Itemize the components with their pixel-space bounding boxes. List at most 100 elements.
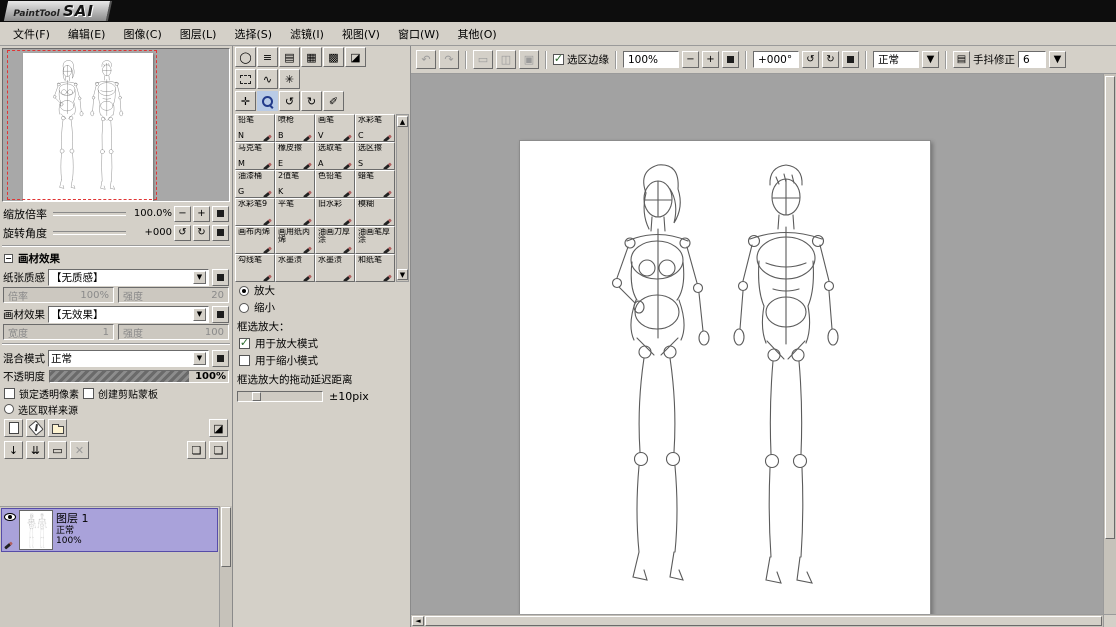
use-zoom-in-checkbox[interactable] [239, 338, 250, 349]
select-all-button[interactable]: ▣ [519, 50, 539, 69]
toolbar-blend-mode-value[interactable]: 正常 [873, 51, 919, 68]
scrollbar-thumb[interactable] [1105, 76, 1115, 539]
color-wheel-icon[interactable]: ◯ [235, 47, 256, 67]
invert-selection-button[interactable]: ◫ [496, 50, 516, 69]
stabilizer-icon-button[interactable]: ▤ [953, 51, 970, 68]
brush-tray-scrollbar[interactable]: ▲ ▼ [396, 114, 409, 282]
delete-layer-button[interactable]: ✕ [70, 441, 89, 459]
merge-down-button[interactable]: ⇊ [26, 441, 45, 459]
brush-item[interactable]: 喷枪 B [275, 114, 315, 142]
brush-item[interactable]: 和纸笔 [355, 254, 395, 282]
canvas-rotate-cw-button[interactable]: ↻ [822, 51, 839, 68]
rgb-sliders-icon[interactable]: ≡ [257, 47, 278, 67]
paper-texture-options-button[interactable] [212, 268, 229, 286]
material-effect-select[interactable]: 【无效果】 ▼ [48, 305, 209, 323]
brush-item[interactable]: 水墨渍 [315, 254, 355, 282]
rotate-cw-button[interactable]: ↻ [193, 224, 210, 241]
canvas-zoom-value[interactable]: 100% [623, 51, 679, 68]
brush-item[interactable]: 油漆桶 G [235, 170, 275, 198]
paper-strength-slider[interactable]: 强度 20 [118, 287, 229, 303]
canvas-rotation-reset-button[interactable] [842, 51, 859, 68]
effect-width-slider[interactable]: 宽度 1 [3, 324, 114, 340]
selection-edge-checkbox[interactable] [553, 54, 564, 65]
brush-item[interactable]: 油画笔厚涂 [355, 226, 395, 254]
blend-mode-options-button[interactable] [212, 349, 229, 367]
stabilizer-value[interactable]: 6 [1018, 51, 1046, 68]
menu-item-image[interactable]: 图像(C) [114, 22, 170, 46]
navigator-rotation-slider[interactable] [53, 230, 126, 235]
zoom-out-button[interactable]: − [174, 205, 191, 222]
menu-item-file[interactable]: 文件(F) [4, 22, 59, 46]
opacity-slider[interactable]: 100% [49, 370, 229, 383]
zoom-in-button[interactable]: + [193, 205, 210, 222]
layer-mode-button[interactable]: ◪ [209, 419, 228, 437]
magic-wand-tool[interactable]: ✳ [279, 69, 300, 89]
clipping-mask-checkbox[interactable] [83, 387, 94, 399]
canvas-angle-value[interactable]: +000° [753, 51, 799, 68]
canvas-zoom-out-button[interactable]: − [682, 51, 699, 68]
lasso-tool[interactable]: ∿ [257, 69, 278, 89]
brush-item[interactable]: 水彩笔 C [355, 114, 395, 142]
rotation-reset-button[interactable] [212, 224, 229, 241]
brush-item[interactable]: 铅笔 N [235, 114, 275, 142]
mask-button-2[interactable]: ❏ [209, 441, 228, 459]
new-linework-layer-button[interactable] [26, 419, 45, 437]
menu-item-view[interactable]: 视图(V) [333, 22, 389, 46]
canvas-vertical-scrollbar[interactable] [1103, 74, 1116, 614]
blend-mode-select[interactable]: 正常 ▼ [48, 349, 209, 367]
hsv-sliders-icon[interactable]: ▤ [279, 47, 300, 67]
canvas-page[interactable] [519, 140, 931, 614]
brush-item[interactable]: 色铅笔 [315, 170, 355, 198]
brush-item[interactable]: 旧水彩 [315, 198, 355, 226]
new-folder-button[interactable] [48, 419, 67, 437]
layer-list-scrollbar[interactable] [219, 506, 232, 627]
navigator-preview[interactable] [2, 48, 230, 202]
rect-select-tool[interactable] [235, 69, 256, 89]
selection-source-radio[interactable] [4, 404, 14, 414]
zoom-tool-selected[interactable] [257, 91, 278, 111]
eyedropper-tool[interactable]: ✐ [323, 91, 344, 111]
menu-item-others[interactable]: 其他(O) [448, 22, 505, 46]
brush-item[interactable]: 水墨渍 [275, 254, 315, 282]
move-tool[interactable]: ✛ [235, 91, 256, 111]
rotate-view-cw-tool[interactable]: ↻ [301, 91, 322, 111]
brush-item[interactable]: 水彩笔9 [235, 198, 275, 226]
undo-button[interactable]: ↶ [416, 50, 436, 69]
stabilizer-dropdown-button[interactable]: ▼ [1049, 51, 1066, 68]
menu-item-filter[interactable]: 滤镜(I) [281, 22, 333, 46]
menu-item-edit[interactable]: 编辑(E) [59, 22, 115, 46]
brush-item[interactable]: 画用纸丙烯 [275, 226, 315, 254]
zoom-out-radio[interactable] [239, 302, 249, 313]
redo-button[interactable]: ↷ [439, 50, 459, 69]
scroll-up-icon[interactable]: ▲ [397, 116, 408, 127]
clear-layer-button[interactable]: ▭ [48, 441, 67, 459]
brush-item[interactable]: 橡皮擦 E [275, 142, 315, 170]
layer-item-selected[interactable]: 图层 1 正常 100% [1, 508, 218, 552]
paper-scale-slider[interactable]: 倍率 100% [3, 287, 114, 303]
layer-visibility-eye-icon[interactable] [4, 513, 16, 521]
brush-item[interactable]: 画笔 V [315, 114, 355, 142]
menu-item-window[interactable]: 窗口(W) [389, 22, 448, 46]
scrollbar-thumb[interactable] [221, 507, 231, 567]
menu-item-select[interactable]: 选择(S) [225, 22, 281, 46]
menu-item-layer[interactable]: 图层(L) [171, 22, 226, 46]
brush-item[interactable]: 2值笔 K [275, 170, 315, 198]
toolbar-blend-dropdown-button[interactable]: ▼ [922, 51, 939, 68]
brush-item[interactable]: 马克笔 M [235, 142, 275, 170]
rotate-ccw-button[interactable]: ↺ [174, 224, 191, 241]
other-panel-icon[interactable]: ◪ [345, 47, 366, 67]
canvas-viewport[interactable] [411, 74, 1103, 614]
brush-item[interactable]: 选取笔 A [315, 142, 355, 170]
navigator-zoom-slider[interactable] [53, 211, 126, 216]
slider-thumb[interactable] [252, 391, 261, 401]
brush-item[interactable]: 模糊 [355, 198, 395, 226]
scratchpad-icon[interactable]: ▩ [323, 47, 344, 67]
canvas-rotate-ccw-button[interactable]: ↺ [802, 51, 819, 68]
brush-item[interactable]: 油画刀厚涂 [315, 226, 355, 254]
material-effect-options-button[interactable] [212, 305, 229, 323]
new-layer-button[interactable] [4, 419, 23, 437]
collapse-icon[interactable]: − [4, 254, 13, 263]
brush-item[interactable]: 画布丙烯 [235, 226, 275, 254]
lock-alpha-checkbox[interactable] [4, 387, 15, 399]
brush-item[interactable]: 平笔 [275, 198, 315, 226]
